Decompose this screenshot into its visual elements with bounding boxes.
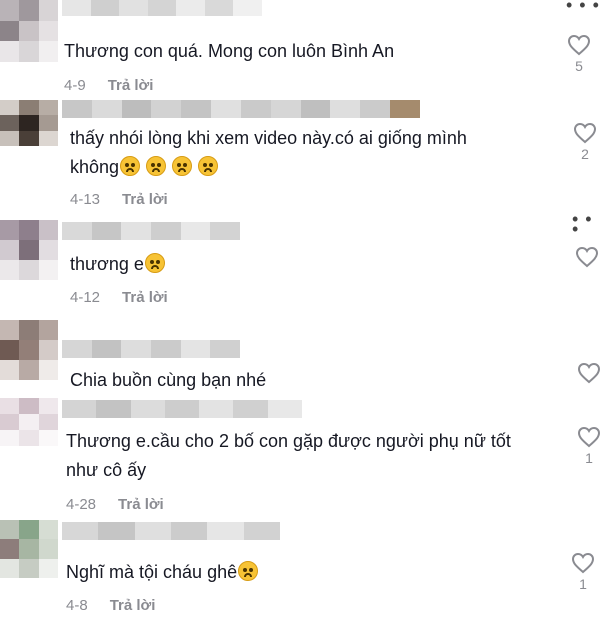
- comment-meta: 4-28 Trả lời: [66, 496, 164, 513]
- reply-button[interactable]: Trả lời: [118, 496, 164, 513]
- comment-meta: 4-8 Trả lời: [66, 597, 155, 614]
- worried-face-emoji: [146, 156, 167, 176]
- worried-face-emoji: [172, 156, 193, 176]
- like-count: 1: [585, 450, 593, 466]
- comment-3: thương e 4-12 Trả lời • • •: [0, 210, 600, 318]
- worried-face-emoji: [198, 156, 219, 176]
- reply-button[interactable]: Trả lời: [122, 289, 168, 306]
- comment-5: Thương e.cầu cho 2 bố con gặp được người…: [0, 398, 600, 516]
- comment-text: Chia buồn cùng bạn nhé: [70, 370, 267, 390]
- like-button[interactable]: 5: [564, 34, 594, 74]
- avatar[interactable]: [0, 0, 58, 62]
- more-options-icon[interactable]: • • •: [572, 210, 600, 238]
- avatar[interactable]: [0, 398, 58, 446]
- heart-outline-icon: [571, 552, 595, 574]
- comment-meta: 4-13 Trả lời: [70, 191, 168, 208]
- comment-text-line-2: như cô ấy: [66, 460, 147, 480]
- like-count: 2: [581, 146, 589, 162]
- avatar[interactable]: [0, 100, 58, 146]
- like-button[interactable]: [572, 246, 600, 270]
- comment-date: 4-8: [66, 597, 88, 614]
- comment-meta: 4-9 Trả lời: [64, 77, 153, 94]
- username-blurred[interactable]: [62, 0, 262, 16]
- reply-button[interactable]: Trả lời: [108, 77, 154, 94]
- comment-date: 4-13: [70, 191, 101, 208]
- like-button[interactable]: 1: [574, 426, 600, 466]
- worried-face-emoji: [144, 253, 165, 273]
- comment-text-line-1: Thương e.cầu cho 2 bố con gặp được người…: [66, 431, 511, 451]
- heart-outline-icon: [575, 246, 599, 268]
- like-button[interactable]: 2: [570, 122, 600, 162]
- like-button[interactable]: 1: [568, 552, 598, 592]
- reply-button[interactable]: Trả lời: [110, 597, 156, 614]
- comment-date: 4-9: [64, 77, 86, 94]
- avatar[interactable]: [0, 220, 58, 280]
- comment-4: Chia buồn cùng bạn nhé: [0, 320, 600, 395]
- worried-face-emoji: [120, 156, 141, 176]
- username-blurred[interactable]: [62, 522, 280, 540]
- username-blurred[interactable]: [62, 222, 240, 240]
- like-button[interactable]: [574, 362, 600, 384]
- reply-button[interactable]: Trả lời: [122, 191, 168, 208]
- like-count: 1: [579, 576, 587, 592]
- like-count: 5: [575, 58, 583, 74]
- heart-outline-icon: [573, 122, 597, 144]
- comment-1: Thương con quá. Mong con luôn Bình An 4-…: [0, 0, 600, 100]
- comment-6: Nghĩ mà tội cháu ghê 4-8 Trả lời 1: [0, 518, 600, 618]
- comment-text-content: Nghĩ mà tội cháu ghê: [66, 562, 238, 582]
- comment-text-line-2-text: không: [70, 157, 120, 177]
- comment-text-line-1: thấy nhói lòng khi xem video này.có ai g…: [70, 128, 467, 148]
- heart-outline-icon: [567, 34, 591, 56]
- username-blurred[interactable]: [62, 400, 302, 418]
- comment-date: 4-12: [70, 289, 101, 306]
- comment-meta: 4-12 Trả lời: [70, 289, 168, 306]
- comment-2: thấy nhói lòng khi xem video này.có ai g…: [0, 98, 600, 208]
- comment-text-content: thương e: [70, 254, 144, 274]
- comment-text: thương e: [70, 250, 165, 279]
- heart-outline-icon: [577, 426, 600, 448]
- worried-face-emoji: [238, 561, 259, 581]
- comment-text-line-2: không: [70, 153, 467, 182]
- avatar[interactable]: [0, 320, 58, 380]
- comment-text: thấy nhói lòng khi xem video này.có ai g…: [70, 124, 467, 182]
- username-blurred[interactable]: [62, 100, 420, 118]
- comment-text: Nghĩ mà tội cháu ghê: [66, 558, 259, 587]
- avatar[interactable]: [0, 520, 58, 578]
- heart-outline-icon: [577, 362, 600, 384]
- username-blurred[interactable]: [62, 340, 240, 358]
- comment-date: 4-28: [66, 496, 97, 513]
- comment-text: Thương e.cầu cho 2 bố con gặp được người…: [66, 427, 511, 485]
- more-options-icon[interactable]: • • •: [566, 0, 600, 14]
- comment-text: Thương con quá. Mong con luôn Bình An: [64, 41, 395, 61]
